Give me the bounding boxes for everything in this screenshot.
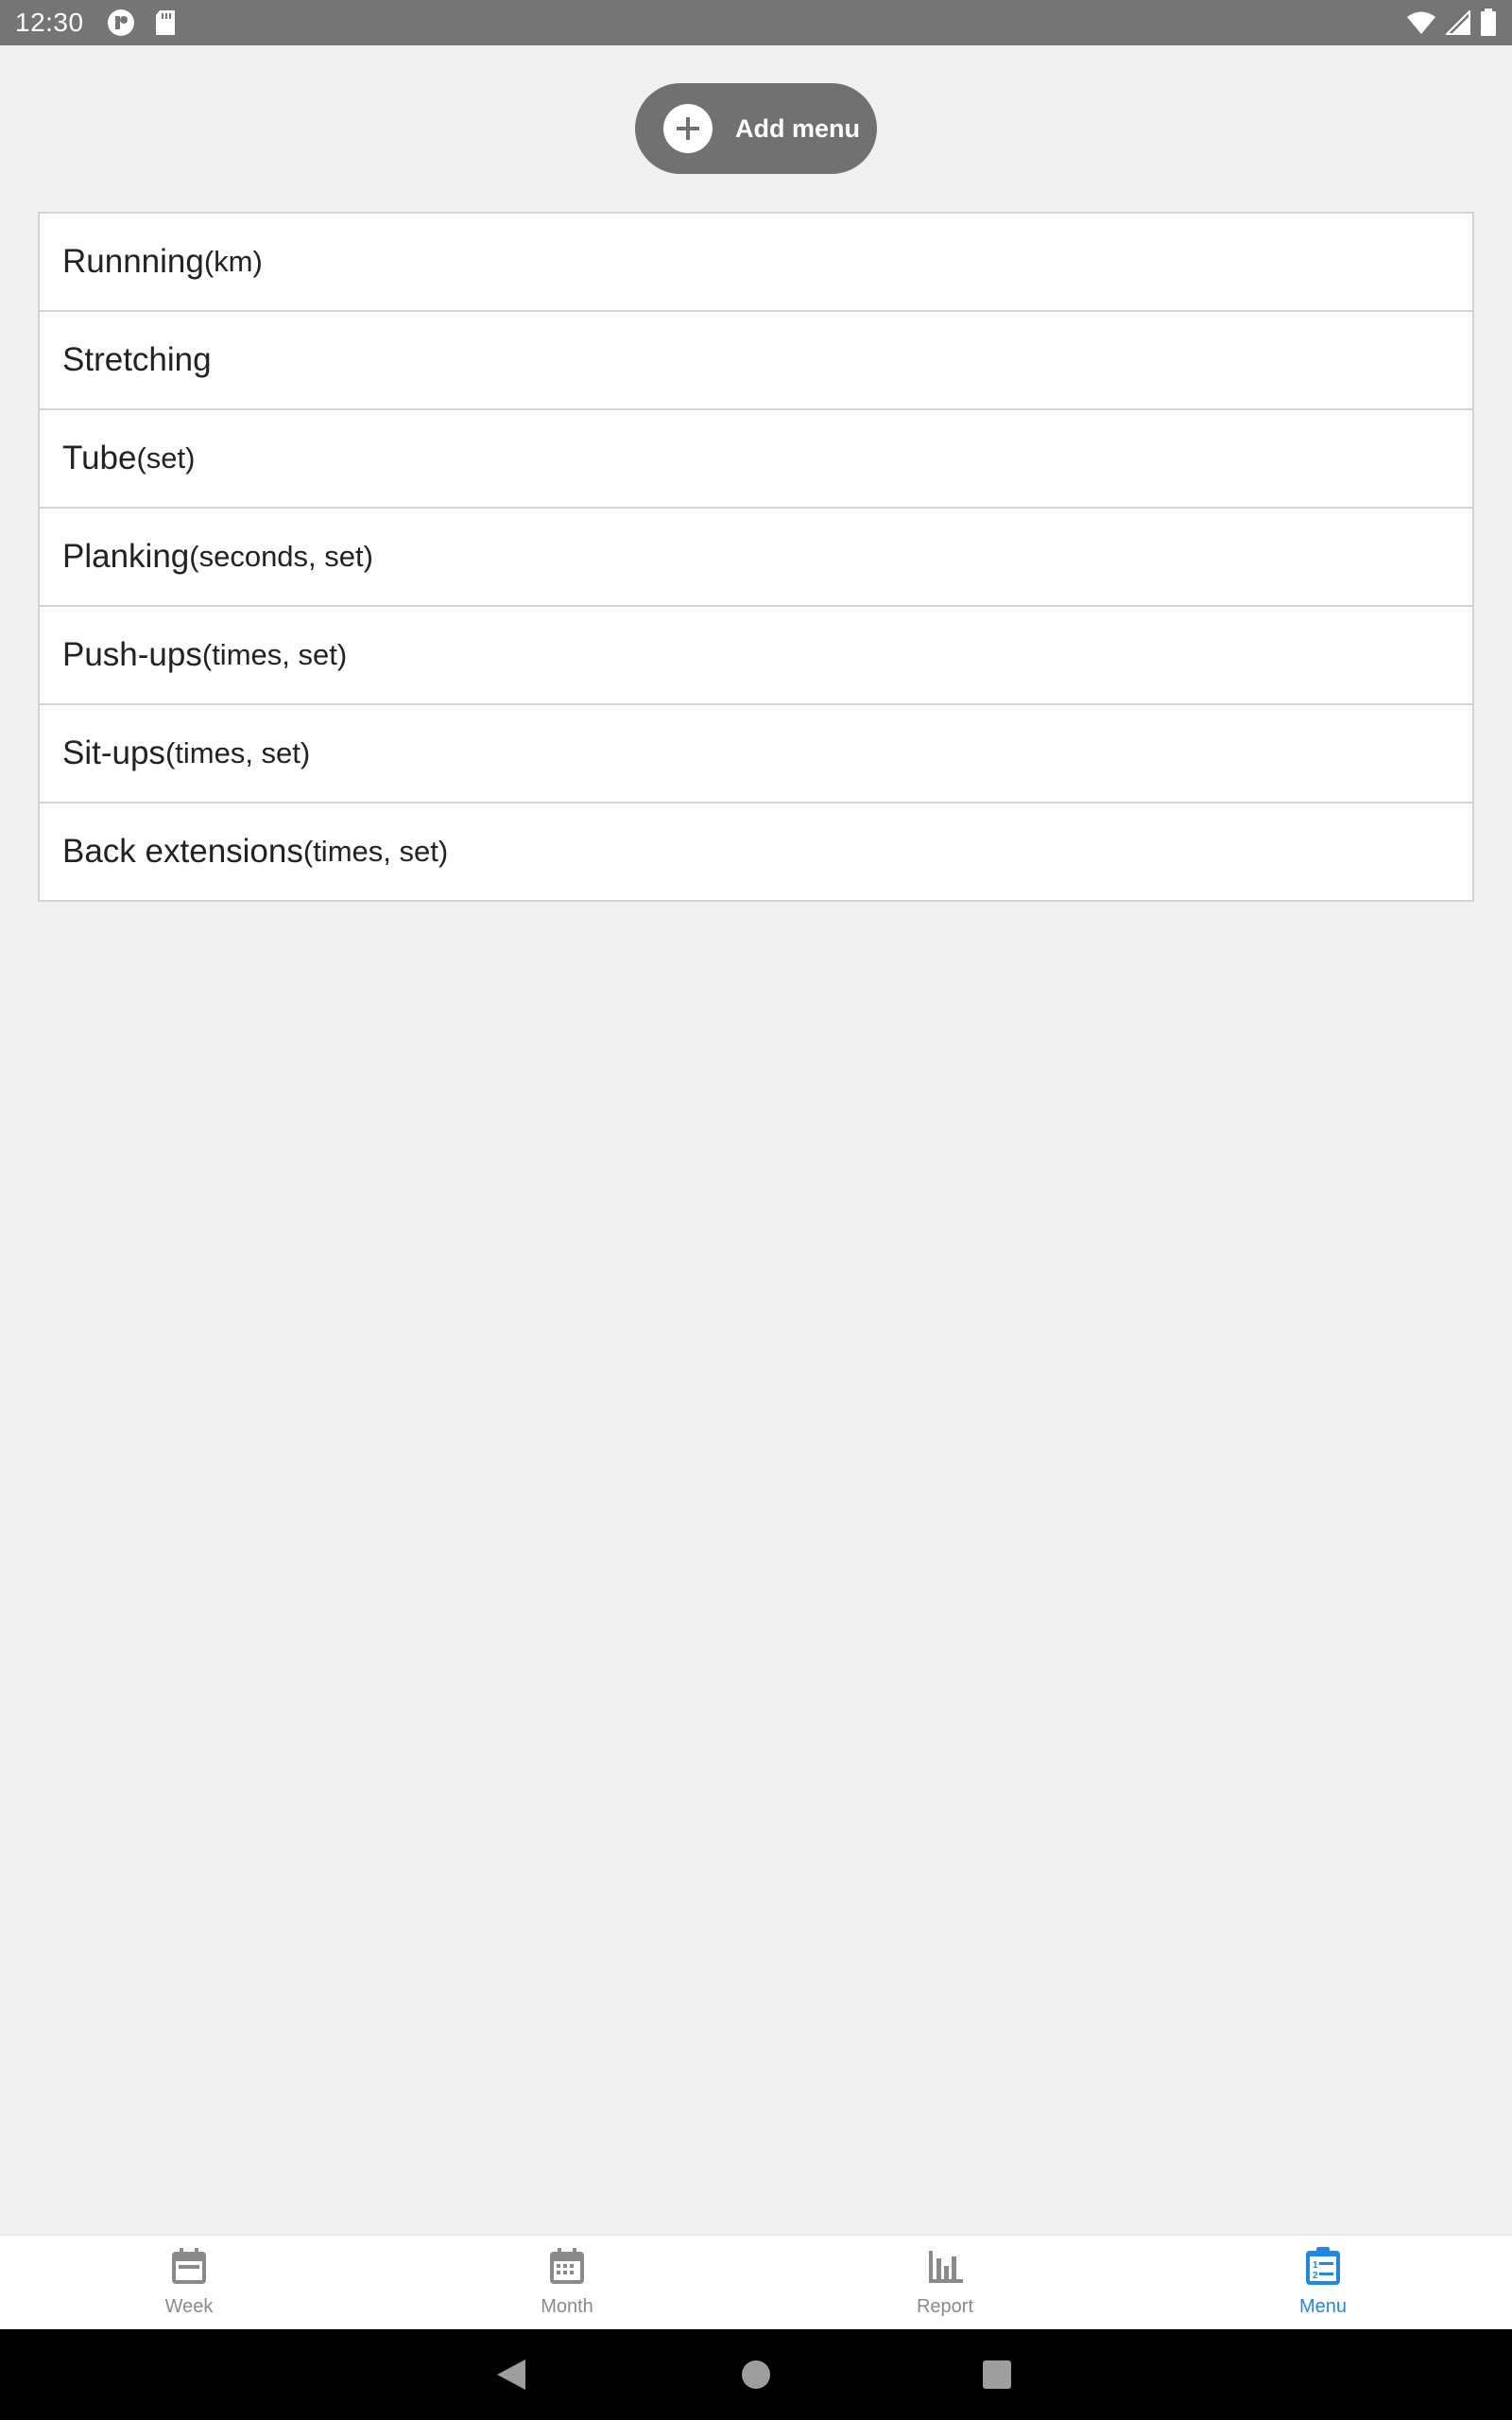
exercise-name: Back extensions (62, 833, 303, 870)
bar-chart-icon (929, 2251, 963, 2283)
list-item-tube[interactable]: Tube (set) (40, 408, 1472, 507)
exercise-unit: (times, set) (201, 638, 348, 671)
notification-icons (107, 9, 177, 37)
cellular-signal-icon (1446, 10, 1470, 35)
notification-app-icon (107, 9, 134, 36)
add-menu-label: Add menu (735, 113, 860, 143)
add-icon (663, 104, 713, 153)
wifi-icon (1407, 11, 1435, 34)
tab-report[interactable]: Report (756, 2236, 1134, 2330)
add-menu-button[interactable]: Add menu (635, 83, 877, 174)
status-bar: 12:30 (0, 0, 1512, 45)
home-icon[interactable] (741, 2360, 771, 2390)
exercise-name: Sit-ups (62, 735, 165, 771)
battery-icon (1481, 9, 1496, 36)
clipboard-list-icon: 1 2 (1306, 2247, 1340, 2285)
tab-label: Report (916, 2296, 974, 2317)
sd-card-icon (155, 10, 175, 35)
calendar-month-icon (550, 2248, 584, 2284)
recents-icon[interactable] (983, 2360, 1011, 2389)
tab-week[interactable]: Week (0, 2236, 378, 2330)
app-screen: 12:30 Add menu Runnning (km) Stretching … (0, 0, 1512, 2420)
exercise-menu-list: Runnning (km) Stretching Tube (set) Planki… (38, 212, 1474, 902)
list-item-sit-ups[interactable]: Sit-ups (times, set) (40, 703, 1472, 802)
exercise-unit: (km) (203, 245, 263, 278)
tab-label: Month (541, 2296, 593, 2317)
exercise-name: Tube (62, 440, 137, 476)
svg-text:1: 1 (1313, 2260, 1318, 2271)
system-navigation-bar (0, 2329, 1512, 2420)
svg-text:2: 2 (1313, 2271, 1318, 2281)
exercise-unit: (set) (136, 441, 196, 475)
back-icon[interactable] (495, 2358, 527, 2392)
exercise-name: Planking (62, 538, 190, 575)
exercise-name: Push-ups (62, 636, 202, 673)
tab-label: Menu (1298, 2296, 1348, 2317)
exercise-unit: (seconds, set) (189, 540, 373, 573)
tab-month[interactable]: Month (378, 2236, 756, 2330)
system-status-icons (1406, 9, 1497, 37)
list-item-back-extensions[interactable]: Back extensions (times, set) (40, 802, 1472, 900)
status-time: 12:30 (15, 8, 84, 37)
exercise-name: Runnning (62, 243, 204, 280)
bottom-navigation: Week Month Report 1 2 Menu (0, 2235, 1512, 2330)
list-item-stretching[interactable]: Stretching (40, 310, 1472, 408)
list-item-running[interactable]: Runnning (km) (40, 214, 1472, 310)
exercise-name: Stretching (62, 341, 212, 378)
list-item-push-ups[interactable]: Push-ups (times, set) (40, 605, 1472, 703)
calendar-week-icon (172, 2248, 206, 2284)
exercise-unit: (times, set) (164, 736, 311, 769)
list-item-planking[interactable]: Planking (seconds, set) (40, 507, 1472, 605)
tab-menu[interactable]: 1 2 Menu (1134, 2236, 1512, 2330)
tab-label: Week (164, 2296, 214, 2317)
exercise-unit: (times, set) (302, 835, 449, 868)
